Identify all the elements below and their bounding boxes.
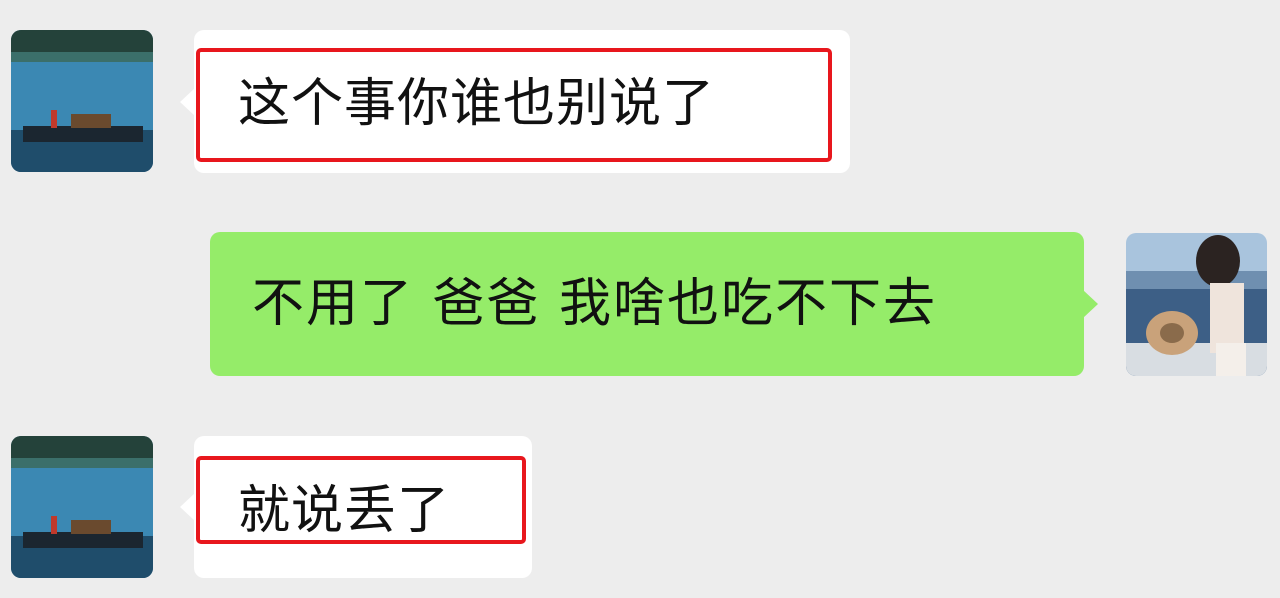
lake-boat-avatar-image [11,30,153,172]
contact-avatar[interactable] [11,30,153,172]
contact-avatar[interactable] [11,436,153,578]
message-text: 就说丢了 [238,481,451,541]
user-avatar[interactable] [1126,233,1267,376]
message-text: 不用了 爸爸 我啥也吃不下去 [252,274,938,334]
message-text: 这个事你谁也别说了 [238,74,716,134]
outgoing-message-bubble[interactable]: 不用了 爸爸 我啥也吃不下去 [210,232,1098,376]
incoming-message-bubble[interactable]: 这个事你谁也别说了 [180,30,850,173]
woman-on-boat-avatar-image [1126,233,1267,376]
chat-view: 这个事你谁也别说了 不用了 爸爸 我啥也吃不下去 就说丢了 [0,0,1280,598]
lake-boat-avatar-image [11,436,153,578]
incoming-message-bubble[interactable]: 就说丢了 [180,436,532,578]
